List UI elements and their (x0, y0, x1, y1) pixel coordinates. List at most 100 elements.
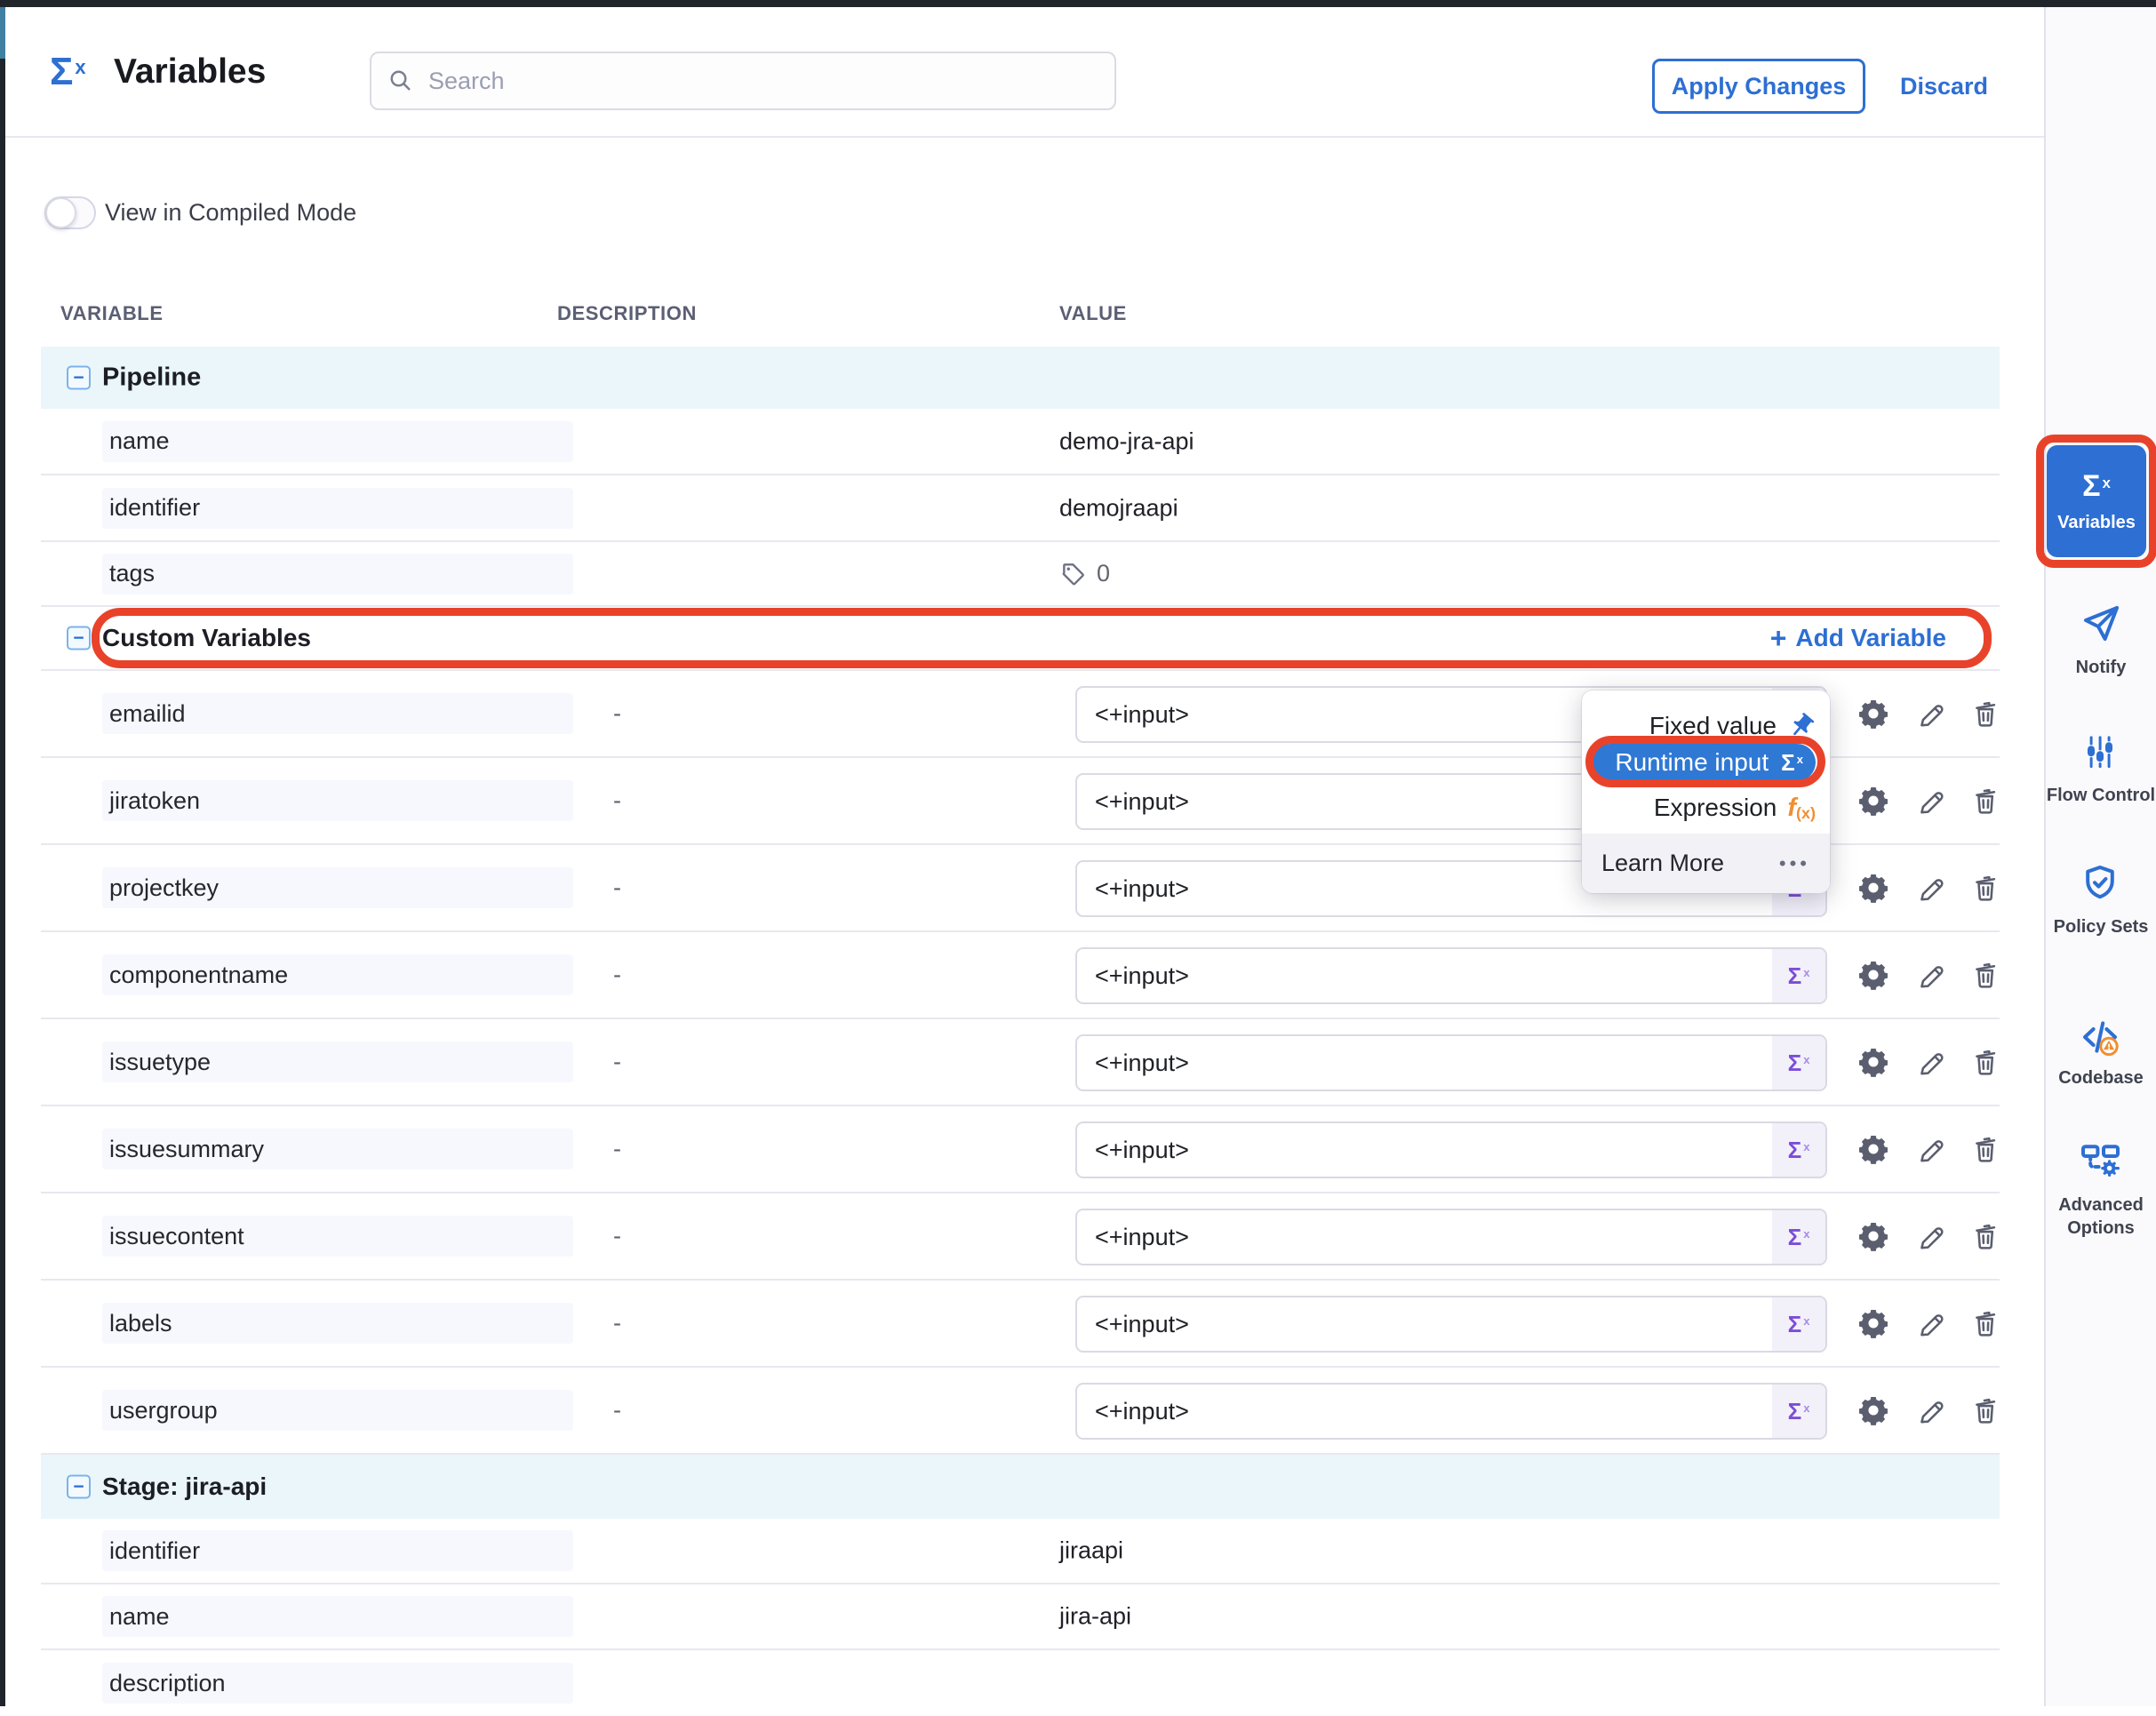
delete-icon[interactable] (1969, 872, 2001, 904)
right-sidebar (2044, 7, 2156, 1706)
table-row: issuesummary - Σx (41, 1106, 2000, 1193)
sidebar-item-notify[interactable]: Notify (2046, 656, 2156, 679)
column-header-description: DESCRIPTION (557, 302, 697, 325)
runtime-input-type-icon[interactable]: Σx (1772, 1123, 1825, 1177)
sidebar-item-advanced-options[interactable]: Advanced Options (2046, 1193, 2156, 1240)
edit-icon[interactable] (1914, 959, 1946, 991)
variable-name: issuesummary (102, 1129, 573, 1169)
delete-icon[interactable] (1969, 1220, 2001, 1252)
sidebar-item-variables[interactable]: Σx Variables (2047, 445, 2146, 557)
tag-icon (1059, 560, 1088, 588)
notify-icon[interactable] (2079, 602, 2121, 644)
value-input-field[interactable] (1077, 1050, 1772, 1077)
flow-control-icon[interactable] (2079, 730, 2121, 773)
runtime-input-type-icon[interactable]: Σx (1772, 1210, 1825, 1264)
sidebar-item-policy-sets[interactable]: Policy Sets (2046, 915, 2156, 938)
runtime-input-type-icon[interactable]: Σx (1772, 1297, 1825, 1351)
settings-icon[interactable] (1857, 1220, 1889, 1252)
settings-icon[interactable] (1857, 785, 1889, 817)
delete-icon[interactable] (1969, 1307, 2001, 1339)
variable-name: identifier (102, 1530, 573, 1571)
table-row: identifier demojraapi (41, 475, 2000, 542)
variable-name: componentname (102, 954, 573, 995)
value-input-field[interactable] (1077, 1224, 1772, 1251)
value-type-menu: Fixed value Runtime input Σx Expression … (1582, 690, 1830, 893)
codebase-icon[interactable] (2079, 1016, 2121, 1058)
settings-icon[interactable] (1857, 959, 1889, 991)
settings-icon[interactable] (1857, 698, 1889, 730)
column-header-variable: VARIABLE (60, 302, 164, 325)
delete-icon[interactable] (1969, 785, 2001, 817)
variable-name: projectkey (102, 867, 573, 908)
delete-icon[interactable] (1969, 698, 2001, 730)
runtime-input-type-icon[interactable]: Σx (1772, 949, 1825, 1002)
value-input[interactable]: Σx (1075, 1383, 1827, 1440)
value-input-field[interactable] (1077, 962, 1772, 990)
menu-item-fixed-value[interactable]: Fixed value (1649, 706, 1816, 746)
more-options-dots[interactable]: ••• (1779, 852, 1810, 875)
variable-name: emailid (102, 693, 573, 734)
runtime-input-type-icon[interactable]: Σx (1772, 1385, 1825, 1438)
variable-value: demo-jra-api (1059, 427, 1194, 455)
add-variable-button[interactable]: + Add Variable (1770, 624, 1946, 652)
variable-value: demojraapi (1059, 494, 1178, 522)
edit-icon[interactable] (1914, 872, 1946, 904)
value-input[interactable]: Σx (1075, 1209, 1827, 1265)
advanced-options-icon[interactable] (2079, 1138, 2121, 1181)
sidebar-item-codebase[interactable]: Codebase (2046, 1066, 2156, 1089)
search-input[interactable] (427, 67, 1098, 96)
variables-table: − Pipeline name demo-jra-api identifier … (41, 347, 2000, 1716)
collapse-icon[interactable]: − (67, 366, 91, 390)
policy-sets-icon[interactable] (2079, 862, 2121, 905)
variable-description: - (613, 1310, 621, 1337)
edit-icon[interactable] (1914, 1133, 1946, 1165)
collapse-icon[interactable]: − (67, 1475, 91, 1499)
edit-icon[interactable] (1914, 785, 1946, 817)
edit-icon[interactable] (1914, 1046, 1946, 1078)
section-title: Pipeline (102, 363, 201, 393)
value-input[interactable]: Σx (1075, 1296, 1827, 1353)
variable-name: issuetype (102, 1042, 573, 1082)
discard-button[interactable]: Discard (1900, 59, 1988, 114)
delete-icon[interactable] (1969, 959, 2001, 991)
runtime-input-type-icon[interactable]: Σx (1772, 1036, 1825, 1089)
search-box[interactable] (370, 52, 1116, 110)
fx-icon: f(x) (1787, 794, 1816, 823)
learn-more-link[interactable]: Learn More (1601, 850, 1724, 877)
sidebar-item-flow-control[interactable]: Flow Control (2046, 784, 2156, 807)
value-input-field[interactable] (1077, 1311, 1772, 1338)
table-row: name demo-jra-api (41, 409, 2000, 475)
edit-icon[interactable] (1914, 698, 1946, 730)
sigma-icon: Σx (1781, 749, 1803, 777)
toggle-knob (45, 197, 76, 228)
settings-icon[interactable] (1857, 1394, 1889, 1426)
variable-name: usergroup (102, 1390, 573, 1431)
value-input[interactable]: Σx (1075, 1121, 1827, 1178)
variable-name: description (102, 1663, 573, 1704)
menu-item-expression[interactable]: Expression f(x) (1654, 788, 1816, 827)
edit-icon[interactable] (1914, 1220, 1946, 1252)
variable-description: - (613, 1136, 621, 1163)
variable-name: issuecontent (102, 1216, 573, 1257)
edit-icon[interactable] (1914, 1307, 1946, 1339)
value-input-field[interactable] (1077, 1398, 1772, 1425)
collapse-icon[interactable]: − (67, 627, 91, 650)
value-input[interactable]: Σx (1075, 947, 1827, 1004)
variable-name: name (102, 1596, 573, 1637)
value-input[interactable]: Σx (1075, 1034, 1827, 1091)
variable-name: tags (102, 554, 573, 595)
edit-icon[interactable] (1914, 1394, 1946, 1426)
compiled-mode-label: View in Compiled Mode (105, 199, 356, 227)
settings-icon[interactable] (1857, 872, 1889, 904)
delete-icon[interactable] (1969, 1046, 2001, 1078)
delete-icon[interactable] (1969, 1394, 2001, 1426)
compiled-mode-toggle[interactable] (44, 196, 96, 229)
settings-icon[interactable] (1857, 1046, 1889, 1078)
value-input-field[interactable] (1077, 1137, 1772, 1164)
delete-icon[interactable] (1969, 1133, 2001, 1165)
apply-changes-button[interactable]: Apply Changes (1652, 59, 1865, 114)
settings-icon[interactable] (1857, 1133, 1889, 1165)
table-row: componentname - Σx (41, 932, 2000, 1019)
menu-item-runtime-input[interactable]: Runtime input Σx (1592, 744, 1816, 781)
settings-icon[interactable] (1857, 1307, 1889, 1339)
